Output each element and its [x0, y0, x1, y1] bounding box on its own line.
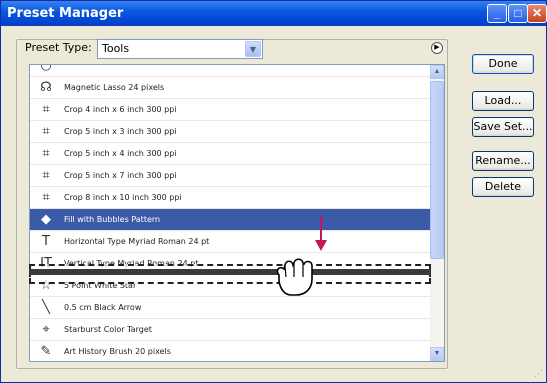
list-item-label: Horizontal Type Myriad Roman 24 pt	[64, 237, 210, 246]
list-item-label: Magnetic Lasso 24 pixels	[64, 83, 165, 92]
save-set-button[interactable]: Save Set...	[472, 117, 534, 137]
list-item[interactable]: ⌗ Crop 8 inch x 10 inch 300 ppi	[30, 187, 432, 209]
maximize-button[interactable]: □	[508, 4, 528, 23]
done-button[interactable]: Done	[472, 54, 534, 74]
type-tool-icon: T	[42, 234, 50, 249]
list-item[interactable]: T Horizontal Type Myriad Roman 24 pt	[30, 231, 432, 253]
list-item[interactable]: ╲ 0.5 cm Black Arrow	[30, 297, 432, 319]
vertical-scrollbar[interactable]: ▲ ▼	[430, 65, 444, 361]
list-item[interactable]: ⌗ Crop 5 inch x 7 inch 300 ppi	[30, 165, 432, 187]
list-item[interactable]: ✎ Art History Brush 20 pixels	[30, 341, 432, 361]
paint-bucket-icon: ◆	[41, 212, 51, 227]
preset-type-label: Preset Type:	[22, 41, 95, 54]
crop-icon: ⌗	[42, 190, 50, 205]
resize-grip-icon[interactable]: ⋰	[531, 367, 543, 379]
list-item[interactable]: ⌖ Starburst Color Target	[30, 319, 432, 341]
rename-button[interactable]: Rename...	[472, 151, 534, 171]
chevron-down-icon[interactable]: ▼	[245, 41, 261, 57]
title-bar[interactable]: Preset Manager	[1, 1, 546, 26]
list-item-label: 0.5 cm Black Arrow	[64, 303, 142, 312]
crop-icon: ⌗	[42, 102, 50, 117]
list-item-label: Art History Brush 20 pixels	[64, 347, 171, 356]
list-item-label: Starburst Color Target	[64, 325, 152, 334]
delete-button[interactable]: Delete	[472, 177, 534, 197]
scroll-down-arrow-icon[interactable]: ▼	[430, 347, 444, 361]
list-item[interactable]: ⌗ Crop 4 inch x 6 inch 300 ppi	[30, 99, 432, 121]
list-item-label: Crop 4 inch x 6 inch 300 ppi	[64, 105, 177, 114]
preset-list[interactable]: ✎ Art History Brush 20 pixels ⌖ Starburst C…	[29, 64, 445, 362]
minimize-button[interactable]: _	[487, 4, 507, 23]
window-title: Preset Manager	[7, 6, 124, 21]
magnetic-lasso-icon: ☊	[40, 80, 52, 95]
scroll-thumb[interactable]	[430, 81, 444, 259]
list-item[interactable]: ☊ Magnetic Lasso 24 pixels	[30, 77, 432, 99]
list-item-label: Crop 5 inch x 3 inch 300 ppi	[64, 127, 177, 136]
preset-manager-window: Preset Manager _ □ ✕ Preset Type: Tools …	[0, 0, 547, 383]
list-item-label: Crop 8 inch x 10 inch 300 ppi	[64, 193, 182, 202]
partial-icon: ○	[40, 64, 52, 73]
panel-menu-button[interactable]: ▶	[431, 42, 443, 54]
line-arrow-icon: ╲	[42, 300, 50, 315]
preset-type-value: Tools	[102, 42, 130, 55]
crop-icon: ⌗	[42, 124, 50, 139]
scroll-up-arrow-icon[interactable]: ▲	[430, 65, 444, 79]
close-button[interactable]: ✕	[527, 4, 547, 23]
list-item-label: Crop 5 inch x 4 inch 300 ppi	[64, 149, 177, 158]
list-item-label: Fill with Bubbles Pattern	[64, 215, 161, 224]
list-item-label: Crop 5 inch x 7 inch 300 ppi	[64, 171, 177, 180]
drop-insertion-bar	[29, 269, 431, 275]
art-history-brush-icon: ✎	[40, 344, 52, 359]
grab-hand-cursor-icon	[276, 258, 313, 296]
preset-type-dropdown[interactable]: Tools ▼	[97, 39, 263, 59]
crop-icon: ⌗	[42, 146, 50, 161]
crop-icon: ⌗	[42, 168, 50, 183]
list-item[interactable]: ⌗ Crop 5 inch x 4 inch 300 ppi	[30, 143, 432, 165]
drag-direction-arrow-icon	[315, 216, 327, 251]
list-item[interactable]: ⌗ Crop 5 inch x 3 inch 300 ppi	[30, 121, 432, 143]
list-item[interactable]: ◆ Fill with Bubbles Pattern	[30, 209, 432, 231]
list-item[interactable]: ○	[30, 64, 432, 77]
color-sampler-icon: ⌖	[42, 322, 50, 337]
load-button[interactable]: Load...	[472, 91, 534, 111]
